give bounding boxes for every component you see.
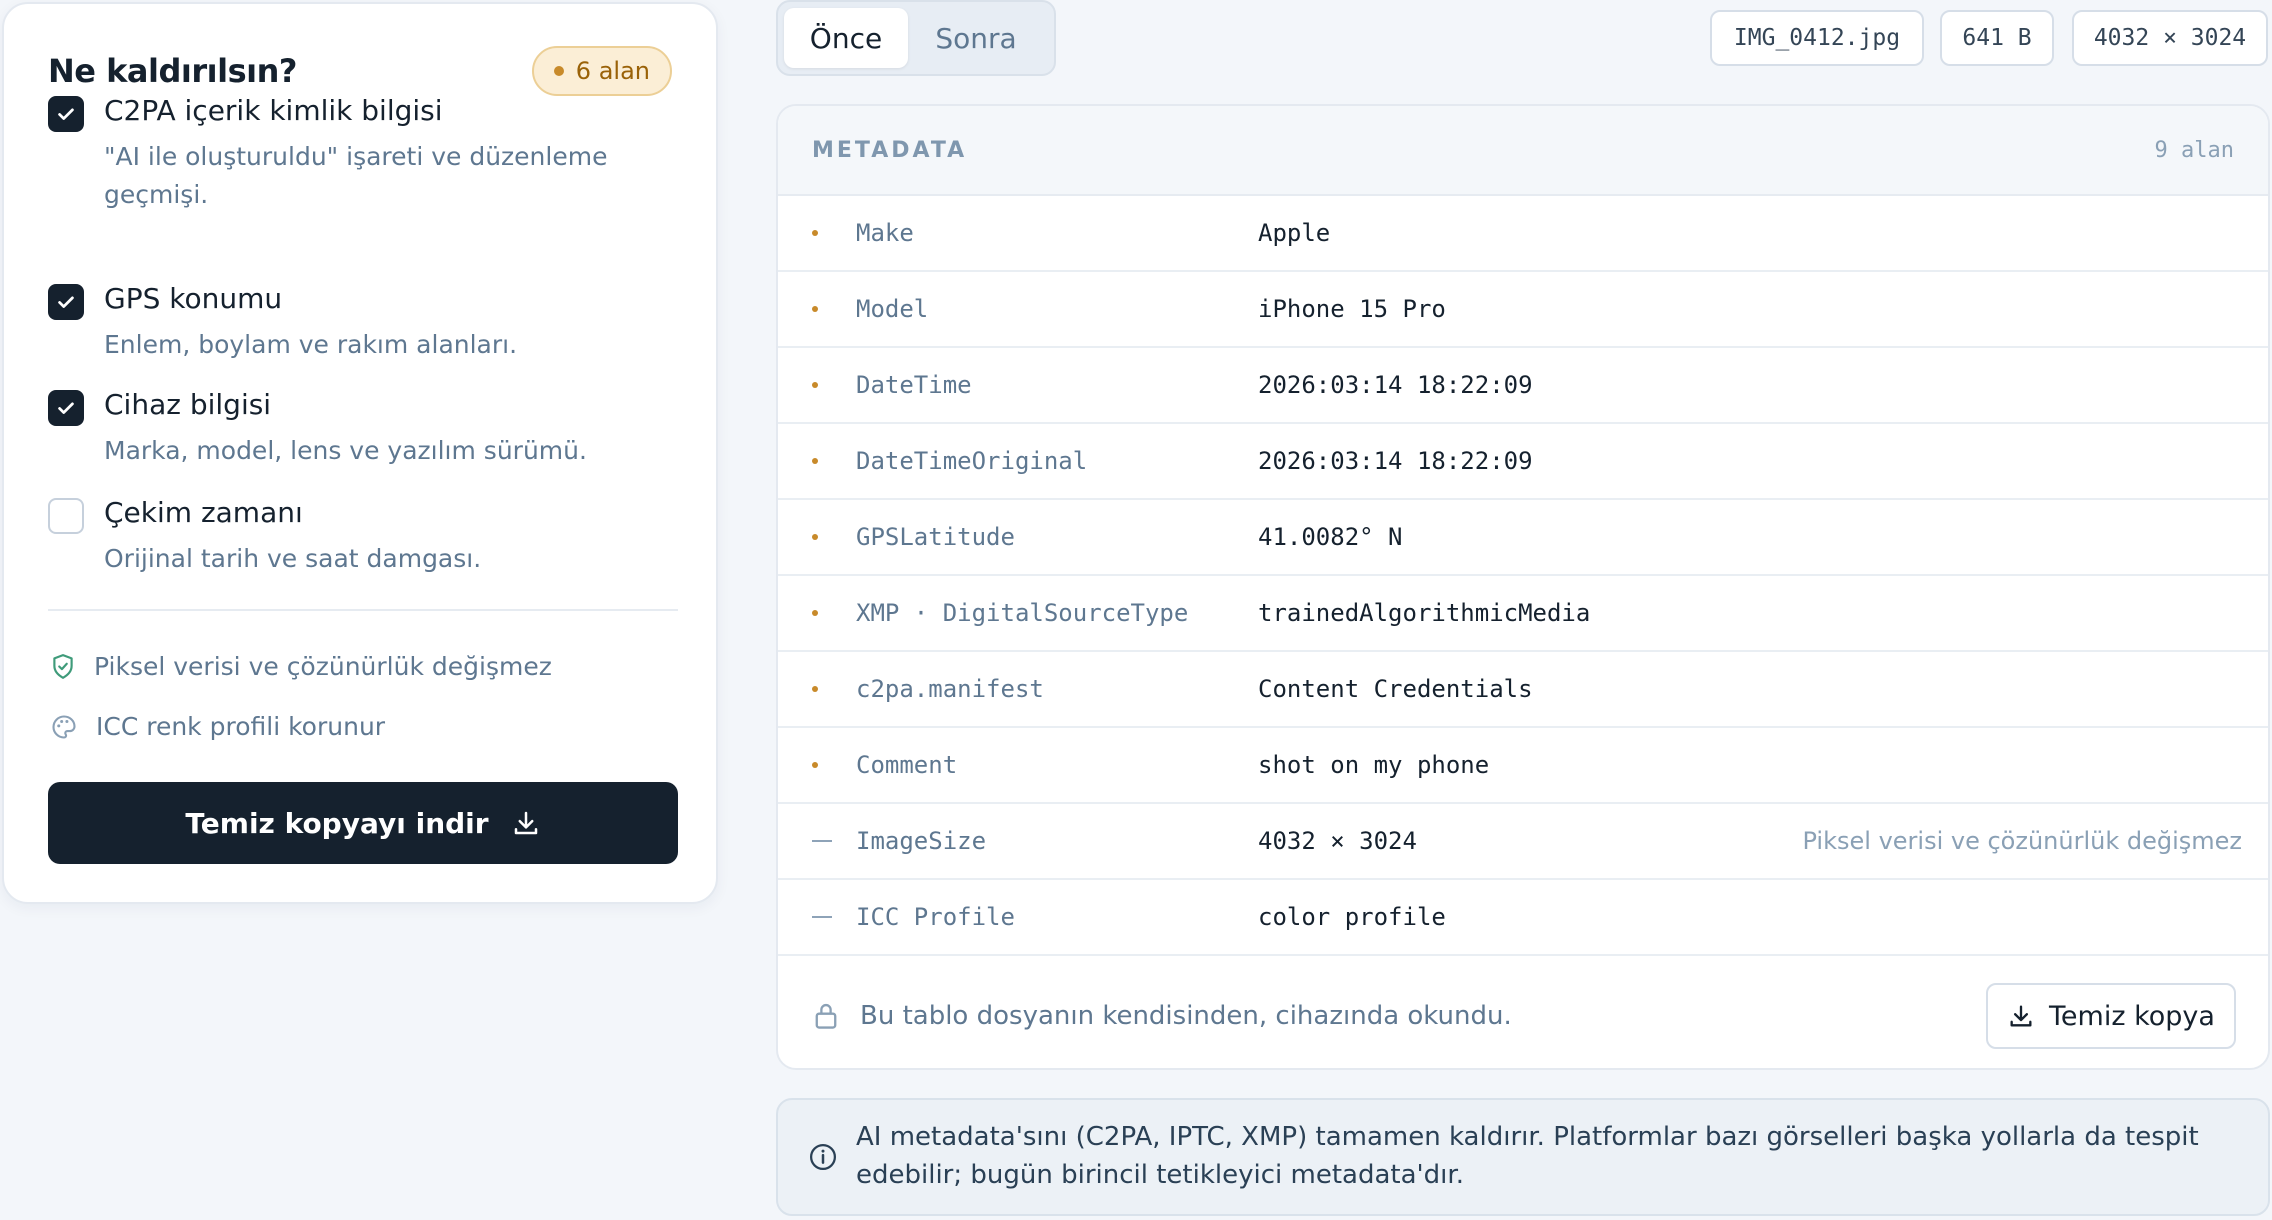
table-row: ImageSize 4032 × 3024 Piksel verisi ve ç… <box>778 804 2268 880</box>
field-value: 2026:03:14 18:22:09 <box>1258 447 1533 475</box>
before-after-tabs: Önce Sonra <box>776 0 1056 76</box>
table-row: ICC Profile color profile <box>778 880 2268 956</box>
table-row: c2pa.manifest Content Credentials <box>778 652 2268 728</box>
panel-title: Ne kaldırılsın? <box>48 52 297 90</box>
check-icon <box>58 402 74 414</box>
shield-check-icon <box>53 653 73 679</box>
tab-before[interactable]: Önce <box>784 8 908 68</box>
info-banner: AI metadata'sını (C2PA, IPTC, XMP) tamam… <box>776 1098 2270 1216</box>
field-kept-note: Piksel verisi ve çözünürlük değişmez <box>1802 827 2242 855</box>
removal-options-panel: Ne kaldırılsın? 6 alan C2PA içerik kimli… <box>2 2 718 904</box>
field-key: DateTime <box>856 371 972 399</box>
field-key: XMP · DigitalSourceType <box>856 599 1189 627</box>
orange-dot-marker <box>812 762 818 768</box>
orange-dot-marker <box>812 306 818 312</box>
local-read-note: Bu tablo dosyanın kendisinden, cihazında… <box>812 956 1512 1068</box>
metadata-footer: Bu tablo dosyanın kendisinden, cihazında… <box>778 956 2268 1068</box>
info-text: AI metadata'sını (C2PA, IPTC, XMP) tamam… <box>856 1122 2199 1190</box>
dash-marker <box>812 916 832 918</box>
field-value: 4032 × 3024 <box>1258 827 1417 855</box>
metadata-table: METADATA 9 alan Make Apple Model iPhone … <box>776 104 2270 1070</box>
field-value: Content Credentials <box>1258 675 1533 703</box>
badge-label: 6 alan <box>575 57 650 85</box>
field-key: Model <box>856 295 929 323</box>
orange-dot-marker <box>812 610 818 616</box>
download-icon <box>2010 1005 2032 1027</box>
gps-checkbox[interactable] <box>48 284 84 320</box>
tab-after[interactable]: Sonra <box>914 8 1038 68</box>
field-key: DateTimeOriginal <box>856 447 1088 475</box>
field-value: Apple <box>1258 219 1331 247</box>
palette-icon <box>52 714 76 739</box>
option-title: Cihaz bilgisi <box>104 388 272 421</box>
note-pixels: Piksel verisi ve çözünürlük değişmez <box>50 652 552 681</box>
device-checkbox[interactable] <box>48 390 84 426</box>
lock-icon <box>815 1003 837 1029</box>
badge-dot <box>553 66 564 76</box>
c2pa-checkbox[interactable] <box>48 96 84 132</box>
button-label: Temiz kopyayı indir <box>185 806 489 840</box>
field-count-badge: 6 alan <box>531 46 672 96</box>
field-value: color profile <box>1258 903 1446 931</box>
field-key: GPSLatitude <box>856 523 1015 551</box>
table-row: GPSLatitude 41.0082° N <box>778 500 2268 576</box>
download-icon <box>514 811 537 835</box>
field-key: Make <box>856 219 914 247</box>
option-title: Çekim zamanı <box>104 496 303 529</box>
field-value: iPhone 15 Pro <box>1258 295 1446 323</box>
metadata-title: METADATA <box>812 137 968 163</box>
field-value: trainedAlgorithmicMedia <box>1258 599 1591 627</box>
footer-note-text: Bu tablo dosyanın kendisinden, cihazında… <box>860 1001 1512 1031</box>
table-row: DateTimeOriginal 2026:03:14 18:22:09 <box>778 424 2268 500</box>
option-desc: "AI ile oluşturuldu" işareti ve düzenlem… <box>104 142 608 209</box>
option-desc: Orijinal tarih ve saat damgası. <box>104 544 482 573</box>
check-icon <box>58 296 74 308</box>
divider <box>48 609 678 611</box>
file-dims-chip: 4032 × 3024 <box>2072 10 2268 66</box>
orange-dot-marker <box>812 230 818 236</box>
file-size-chip: 641 B <box>1940 10 2054 66</box>
download-clean-copy-button[interactable]: Temiz kopyayı indir <box>48 782 678 864</box>
file-name-chip: IMG_0412.jpg <box>1710 10 1924 66</box>
field-key: ICC Profile <box>856 903 1015 931</box>
option-desc: Enlem, boylam ve rakım alanları. <box>104 330 518 359</box>
button-label: Temiz kopya <box>2049 1000 2215 1032</box>
table-row: DateTime 2026:03:14 18:22:09 <box>778 348 2268 424</box>
capture-time-checkbox[interactable] <box>48 498 84 534</box>
orange-dot-marker <box>812 686 818 692</box>
table-row: Model iPhone 15 Pro <box>778 272 2268 348</box>
table-row: XMP · DigitalSourceType trainedAlgorithm… <box>778 576 2268 652</box>
option-title: C2PA içerik kimlik bilgisi <box>104 94 443 127</box>
note-icc: ICC renk profili korunur <box>50 712 385 741</box>
orange-dot-marker <box>812 382 818 388</box>
field-key: c2pa.manifest <box>856 675 1044 703</box>
metadata-header: METADATA 9 alan <box>778 106 2268 196</box>
orange-dot-marker <box>812 534 818 540</box>
field-key: ImageSize <box>856 827 987 855</box>
clean-copy-button[interactable]: Temiz kopya <box>1986 983 2236 1049</box>
dash-marker <box>812 840 832 842</box>
info-icon <box>810 1144 836 1170</box>
field-value: 2026:03:14 18:22:09 <box>1258 371 1533 399</box>
field-value: 41.0082° N <box>1258 523 1403 551</box>
field-value: shot on my phone <box>1258 751 1490 779</box>
check-icon <box>58 108 74 120</box>
field-key: Comment <box>856 751 958 779</box>
metadata-count: 9 alan <box>2154 137 2234 163</box>
orange-dot-marker <box>812 458 818 464</box>
table-row: Comment shot on my phone <box>778 728 2268 804</box>
note-text: Piksel verisi ve çözünürlük değişmez <box>94 652 552 681</box>
option-desc: Marka, model, lens ve yazılım sürümü. <box>104 436 587 465</box>
option-title: GPS konumu <box>104 282 283 315</box>
table-row: Make Apple <box>778 196 2268 272</box>
note-text: ICC renk profili korunur <box>96 712 386 741</box>
